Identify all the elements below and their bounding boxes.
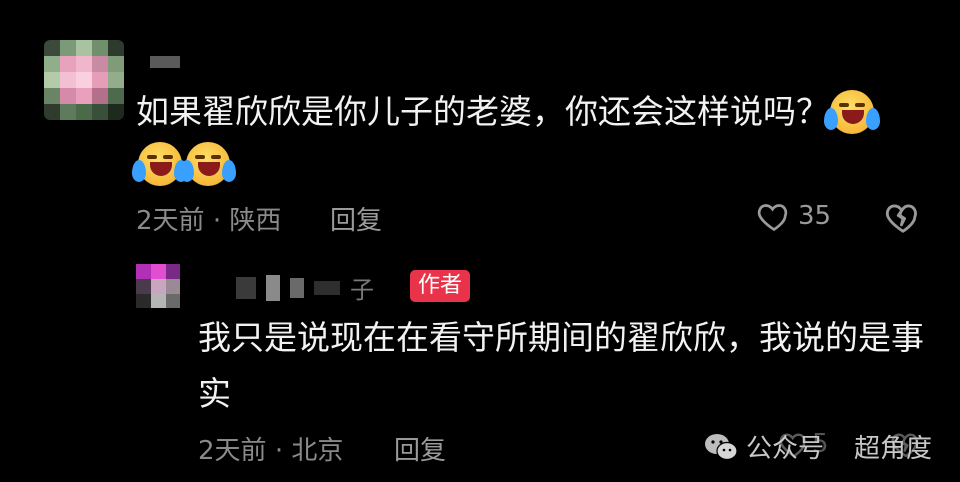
laugh-cry-emoji-icon <box>824 90 880 134</box>
author-comment-text-line2: 实 <box>198 374 231 413</box>
heart-icon <box>757 204 788 232</box>
author-name-redacted <box>290 277 304 298</box>
reply-button[interactable]: 回复 <box>330 200 382 237</box>
like-button[interactable]: 35 <box>756 198 831 234</box>
author-comment-text-line1: 我只是说现在在看守所期间的翟欣欣，我说的是事 <box>198 318 924 357</box>
watermark: 公众号 超角度 <box>704 428 932 465</box>
dislike-broken-heart-icon[interactable] <box>884 198 922 236</box>
wechat-icon <box>705 433 738 460</box>
author-badge: 作者 <box>410 270 471 302</box>
laugh-cry-emoji-icon <box>132 142 188 186</box>
like-count: 35 <box>798 201 832 231</box>
reply-button[interactable]: 回复 <box>394 430 446 467</box>
commenter-avatar[interactable] <box>44 40 124 120</box>
author-name-redacted <box>266 274 280 301</box>
author-avatar[interactable] <box>136 264 180 308</box>
author-name-redacted <box>236 276 256 299</box>
laugh-cry-emoji-icon <box>180 142 236 186</box>
comment-meta: 2天前 · 陕西 <box>136 206 282 236</box>
author-name-suffix: 子 <box>350 276 374 304</box>
author-name[interactable]: 子 <box>236 270 374 305</box>
commenter-name-redacted[interactable] <box>150 56 180 68</box>
watermark-source: 公众号 <box>746 434 825 464</box>
watermark-name: 超角度 <box>854 434 933 464</box>
author-comment-meta: 2天前 · 北京 <box>198 436 344 466</box>
author-name-redacted <box>314 280 340 295</box>
comment-text: 如果翟欣欣是你儿子的老婆，你还会这样说吗？ <box>136 92 829 131</box>
